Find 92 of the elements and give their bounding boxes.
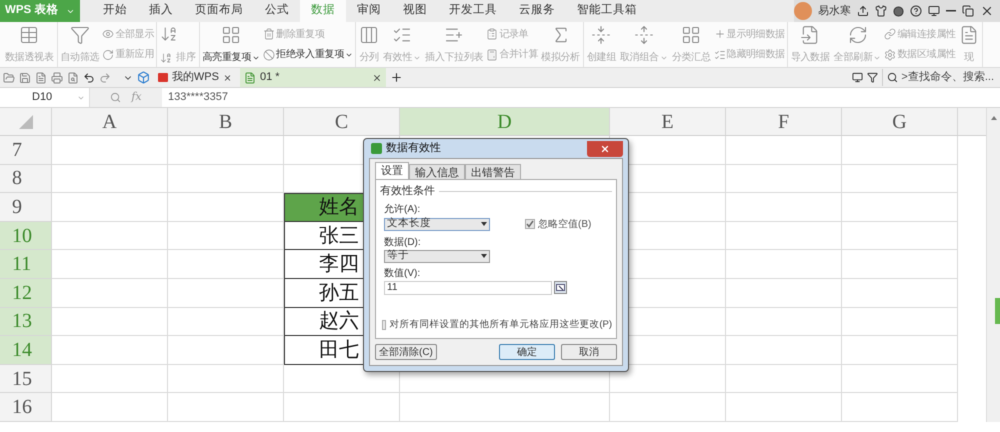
menu-tab[interactable]: 审阅 [346, 0, 392, 22]
tab-label: 我的WPS [172, 70, 219, 86]
menu-tab[interactable]: 页面布局 [184, 0, 254, 22]
ribbon-button[interactable]: 高亮重复项 [200, 22, 262, 67]
table-icon [19, 25, 40, 45]
ribbon-button[interactable]: 拒绝录入重复项 [262, 48, 354, 62]
preview-icon[interactable] [67, 72, 79, 84]
restore-icon[interactable] [962, 5, 974, 17]
sort-icon [160, 52, 172, 64]
close-icon [600, 144, 610, 154]
triangle-icon [18, 115, 32, 129]
app-icon [371, 143, 382, 154]
dialog-tab[interactable]: 设置 [375, 162, 409, 179]
close-icon[interactable] [372, 72, 382, 82]
sheet-icon [244, 72, 256, 84]
menu-tab[interactable]: 开发工具 [438, 0, 508, 22]
trash-icon [263, 28, 276, 40]
caret-icon [481, 222, 487, 226]
unfold-icon [634, 25, 654, 45]
column-header[interactable]: F [726, 108, 842, 135]
logo-icon [158, 73, 168, 82]
columns-icon [358, 25, 379, 45]
data-dropdown[interactable]: 等于 [384, 250, 490, 262]
help-icon[interactable] [910, 5, 922, 17]
check-icon [526, 220, 534, 228]
filter-icon[interactable] [867, 72, 878, 83]
ban-icon [263, 48, 276, 61]
undo-icon[interactable] [83, 72, 95, 84]
document-tab[interactable]: 我的WPS [154, 68, 236, 87]
tab-label: 01 * [260, 70, 281, 86]
row-header[interactable]: 8 [0, 164, 52, 194]
row-header[interactable]: 16 [0, 393, 52, 422]
plus-icon [714, 28, 726, 40]
shirt-icon[interactable] [875, 5, 887, 17]
row-header[interactable]: 9 [0, 193, 52, 222]
dialog-button[interactable]: 取消 [561, 344, 617, 360]
column-header[interactable]: E [610, 108, 726, 135]
column-header[interactable]: G [842, 108, 958, 135]
search-icon [887, 72, 898, 83]
formula-input[interactable]: 133****3357 [162, 89, 228, 106]
cube-icon[interactable] [137, 71, 150, 84]
fold-icon [591, 25, 612, 45]
eye-icon [102, 28, 114, 40]
checklist-icon [714, 48, 726, 61]
up-arrow-icon [990, 116, 996, 120]
menu-tab[interactable]: 数据 [300, 0, 346, 22]
menu-tab[interactable]: 开始 [92, 0, 138, 22]
menu-tab[interactable]: 插入 [138, 0, 184, 22]
new-tab-icon[interactable] [390, 71, 403, 84]
upload-icon[interactable] [857, 5, 869, 17]
column-header[interactable]: B [168, 108, 284, 135]
caret-icon [481, 254, 487, 258]
close-button[interactable] [587, 140, 623, 156]
document-tab[interactable]: 01 * [240, 68, 386, 87]
menu-tab[interactable]: 公式 [254, 0, 300, 22]
monitor-icon[interactable] [852, 72, 864, 83]
column-header[interactable]: A [52, 108, 168, 135]
user-name[interactable]: 易水寒 [818, 2, 851, 20]
close-icon[interactable] [222, 72, 232, 82]
range-icon [556, 284, 565, 291]
dialog-tab[interactable]: 出错警告 [465, 164, 521, 179]
circle-icon[interactable] [893, 6, 904, 16]
rotate-icon [102, 48, 114, 61]
link-icon [884, 28, 896, 40]
print-icon[interactable] [51, 72, 63, 84]
calculator-icon [486, 48, 498, 61]
command-search[interactable]: >查找命令、搜索... [882, 69, 1000, 86]
dialog-title: 数据有效性 [386, 141, 442, 156]
clipboard-icon [486, 28, 498, 40]
row-header[interactable]: 15 [0, 364, 52, 394]
monitor-icon[interactable] [928, 5, 940, 17]
value-field[interactable]: 11 [384, 280, 552, 294]
dialog-tab[interactable]: 输入信息 [409, 164, 465, 179]
range-picker-button[interactable] [554, 281, 567, 294]
menu-tab[interactable]: 智能工具箱 [566, 0, 648, 22]
dialog-button[interactable]: 全部清除(C) [375, 344, 437, 360]
sort-icon [160, 25, 178, 43]
save-icon[interactable] [19, 72, 31, 84]
filter-icon [70, 25, 90, 45]
refresh-icon [848, 25, 868, 45]
grid-icon [681, 25, 702, 45]
settings-icon [884, 48, 896, 61]
menu-tab[interactable]: 视图 [392, 0, 438, 22]
row-header[interactable]: 7 [0, 136, 52, 165]
grid-icon [221, 25, 242, 45]
menu-tab[interactable]: 云服务 [508, 0, 566, 22]
document-icon[interactable] [35, 72, 47, 84]
close-icon[interactable] [980, 4, 994, 18]
open-icon[interactable] [3, 72, 15, 84]
allow-dropdown[interactable]: 文本长度 [384, 218, 490, 230]
dialog-button[interactable]: 确定 [499, 344, 555, 360]
minimize-icon[interactable] [946, 10, 956, 12]
